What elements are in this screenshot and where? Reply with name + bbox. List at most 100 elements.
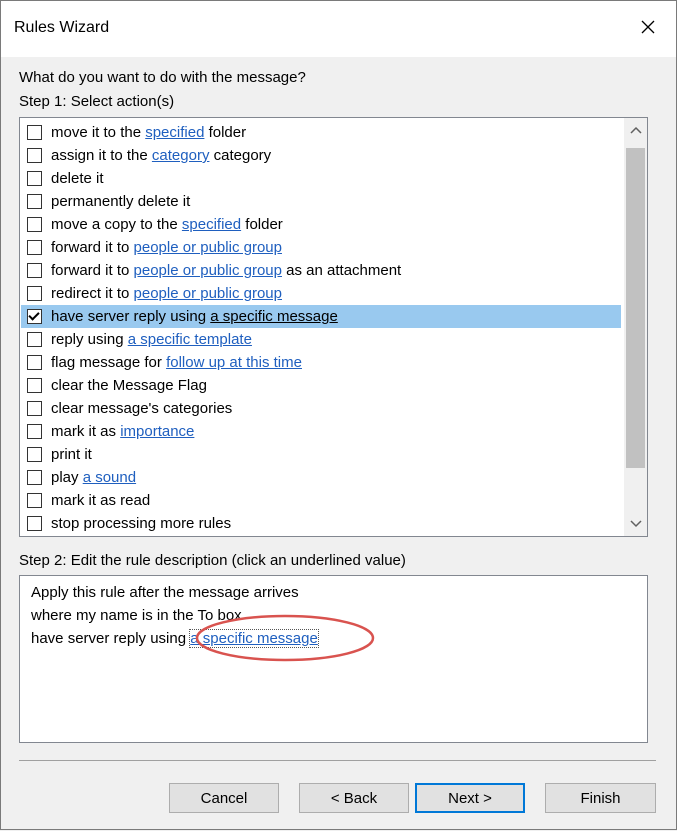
action-checkbox[interactable]	[27, 355, 42, 370]
action-row[interactable]: forward it to people or public group as …	[21, 259, 621, 282]
action-checkbox[interactable]	[27, 194, 42, 209]
action-checkbox[interactable]	[27, 148, 42, 163]
action-checkbox[interactable]	[27, 401, 42, 416]
action-checkbox[interactable]	[27, 493, 42, 508]
action-value-link[interactable]: people or public group	[134, 239, 282, 256]
scroll-up-button[interactable]	[624, 120, 647, 140]
description-line-2: where my name is in the To box	[31, 607, 242, 624]
actions-scrollbar[interactable]	[624, 118, 647, 536]
action-value-link[interactable]: a specific template	[128, 331, 252, 348]
action-checkbox[interactable]	[27, 171, 42, 186]
action-label: redirect it to people or public group	[51, 285, 282, 302]
action-row[interactable]: redirect it to people or public group	[21, 282, 621, 305]
action-checkbox[interactable]	[27, 286, 42, 301]
step2-label: Step 2: Edit the rule description (click…	[19, 552, 406, 569]
action-text: delete it	[51, 170, 104, 187]
action-row[interactable]: play a sound	[21, 466, 621, 489]
action-value-link[interactable]: category	[152, 147, 210, 164]
close-button[interactable]	[630, 11, 666, 43]
action-label: mark it as read	[51, 492, 150, 509]
action-text: mark it as read	[51, 492, 151, 509]
action-text: permanently delete it	[51, 193, 191, 210]
action-text: mark it as	[51, 423, 121, 440]
action-row[interactable]: move it to the specified folder	[21, 121, 621, 144]
action-text: forward it to	[51, 239, 134, 256]
action-label: print it	[51, 446, 92, 463]
action-text: reply using	[51, 331, 128, 348]
action-text: stop processing more rules	[51, 515, 232, 532]
title-bar: Rules Wizard	[1, 1, 676, 57]
action-value-link[interactable]: follow up at this time	[166, 354, 302, 371]
action-checkbox[interactable]	[27, 217, 42, 232]
action-label: forward it to people or public group	[51, 239, 282, 256]
action-text: clear the Message Flag	[51, 377, 207, 394]
action-row[interactable]: stop processing more rules	[21, 512, 621, 535]
action-row[interactable]: permanently delete it	[21, 190, 621, 213]
action-checkbox[interactable]	[27, 470, 42, 485]
action-label: flag message for follow up at this time	[51, 354, 302, 371]
action-checkbox[interactable]	[27, 378, 42, 393]
action-row[interactable]: mark it as read	[21, 489, 621, 512]
back-button[interactable]: < Back	[299, 783, 409, 813]
action-value-link[interactable]: importance	[120, 423, 194, 440]
window-title: Rules Wizard	[14, 19, 110, 36]
rule-description: Apply this rule after the message arrive…	[19, 575, 648, 743]
action-checkbox[interactable]	[27, 516, 42, 531]
action-label: clear the Message Flag	[51, 377, 207, 394]
action-row[interactable]: flag message for follow up at this time	[21, 351, 621, 374]
action-text: category	[209, 147, 272, 164]
action-text: redirect it to	[51, 285, 134, 302]
rules-wizard-dialog: Rules Wizard What do you want to do with…	[0, 0, 677, 830]
action-checkbox[interactable]	[27, 240, 42, 255]
scroll-down-button[interactable]	[624, 514, 647, 534]
action-label: forward it to people or public group as …	[51, 262, 401, 279]
action-row[interactable]: mark it as importance	[21, 420, 621, 443]
chevron-up-icon	[629, 126, 642, 134]
specific-message-link[interactable]: a specific message	[189, 629, 319, 648]
action-value-link[interactable]: people or public group	[134, 285, 282, 302]
action-checkbox[interactable]	[27, 424, 42, 439]
action-row[interactable]: reply using a specific template	[21, 328, 621, 351]
finish-button[interactable]: Finish	[545, 783, 656, 813]
action-value-link[interactable]: a sound	[83, 469, 136, 486]
action-value-link[interactable]: people or public group	[134, 262, 282, 279]
description-line-3-prefix: have server reply using	[31, 630, 191, 647]
action-row[interactable]: forward it to people or public group	[21, 236, 621, 259]
action-row[interactable]: move a copy to the specified folder	[21, 213, 621, 236]
action-checkbox[interactable]	[27, 125, 42, 140]
action-label: clear message's categories	[51, 400, 232, 417]
cancel-button[interactable]: Cancel	[169, 783, 279, 813]
action-label: assign it to the category category	[51, 147, 271, 164]
action-checkbox[interactable]	[27, 263, 42, 278]
close-icon	[641, 20, 655, 34]
action-row[interactable]: print it	[21, 443, 621, 466]
action-label: reply using a specific template	[51, 331, 252, 348]
action-row[interactable]: have server reply using a specific messa…	[21, 305, 621, 328]
action-checkbox[interactable]	[27, 309, 42, 324]
action-text: move it to the	[51, 124, 146, 141]
chevron-down-icon	[629, 520, 642, 528]
description-line-1: Apply this rule after the message arrive…	[31, 584, 299, 601]
action-row[interactable]: delete it	[21, 167, 621, 190]
step1-label: Step 1: Select action(s)	[19, 93, 175, 110]
action-text: folder	[204, 124, 247, 141]
action-checkbox[interactable]	[27, 447, 42, 462]
action-label: delete it	[51, 170, 104, 187]
action-checkbox[interactable]	[27, 332, 42, 347]
action-text: forward it to	[51, 262, 134, 279]
next-button[interactable]: Next >	[415, 783, 525, 813]
action-value-link[interactable]: specified	[182, 216, 241, 233]
prompt-label: What do you want to do with the message?	[19, 69, 306, 86]
action-value-link[interactable]: a specific message	[210, 308, 338, 325]
action-text: play	[51, 469, 83, 486]
action-text: flag message for	[51, 354, 167, 371]
action-value-link[interactable]: specified	[145, 124, 204, 141]
action-text: clear message's categories	[51, 400, 233, 417]
action-row[interactable]: clear message's categories	[21, 397, 621, 420]
action-row[interactable]: clear the Message Flag	[21, 374, 621, 397]
action-label: mark it as importance	[51, 423, 194, 440]
scrollbar-thumb[interactable]	[626, 148, 645, 468]
action-label: play a sound	[51, 469, 136, 486]
action-row[interactable]: assign it to the category category	[21, 144, 621, 167]
actions-list[interactable]: move it to the specified folder assign it…	[19, 117, 648, 537]
